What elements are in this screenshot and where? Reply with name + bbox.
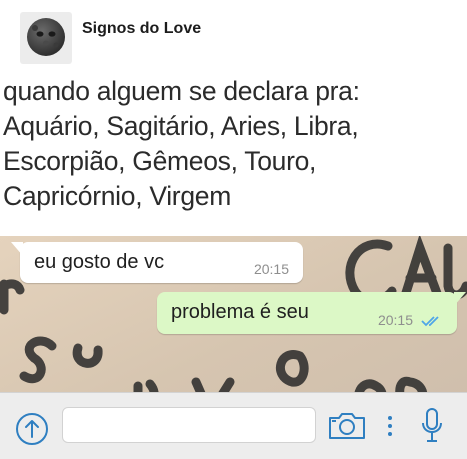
double-check-icon xyxy=(421,316,439,327)
caption-line: quando alguem se declara pra: xyxy=(3,76,360,106)
message-text: eu gosto de vc xyxy=(34,251,165,273)
caption-line: Capricórnio, Virgem xyxy=(3,181,231,211)
post-header: Signos do Love xyxy=(0,0,467,70)
message-time: 20:15 xyxy=(377,312,413,328)
outgoing-message-bubble[interactable]: problema é seu 20:15 xyxy=(157,292,466,334)
message-input[interactable] xyxy=(62,407,316,443)
message-composer xyxy=(0,392,467,459)
incoming-message-bubble[interactable]: eu gosto de vc 20:15 xyxy=(11,242,303,283)
avatar[interactable] xyxy=(20,12,72,64)
page-name[interactable]: Signos do Love xyxy=(82,20,201,38)
post-caption: quando alguem se declara pra: Aquário, S… xyxy=(3,74,463,214)
bubble-tail-icon xyxy=(454,292,466,306)
more-vertical-icon[interactable] xyxy=(386,413,394,439)
arrow-up-circle-icon[interactable] xyxy=(15,412,49,446)
message-text: problema é seu xyxy=(171,301,309,323)
message-time: 20:15 xyxy=(253,261,289,277)
bubble-tail-icon xyxy=(11,242,23,256)
caption-line: Aquário, Sagitário, Aries, Libra, xyxy=(3,111,359,141)
caption-line: Escorpião, Gêmeos, Touro, xyxy=(3,146,317,176)
microphone-icon[interactable] xyxy=(420,407,444,445)
new-moon-face-icon xyxy=(27,18,65,56)
camera-icon[interactable] xyxy=(327,411,367,441)
